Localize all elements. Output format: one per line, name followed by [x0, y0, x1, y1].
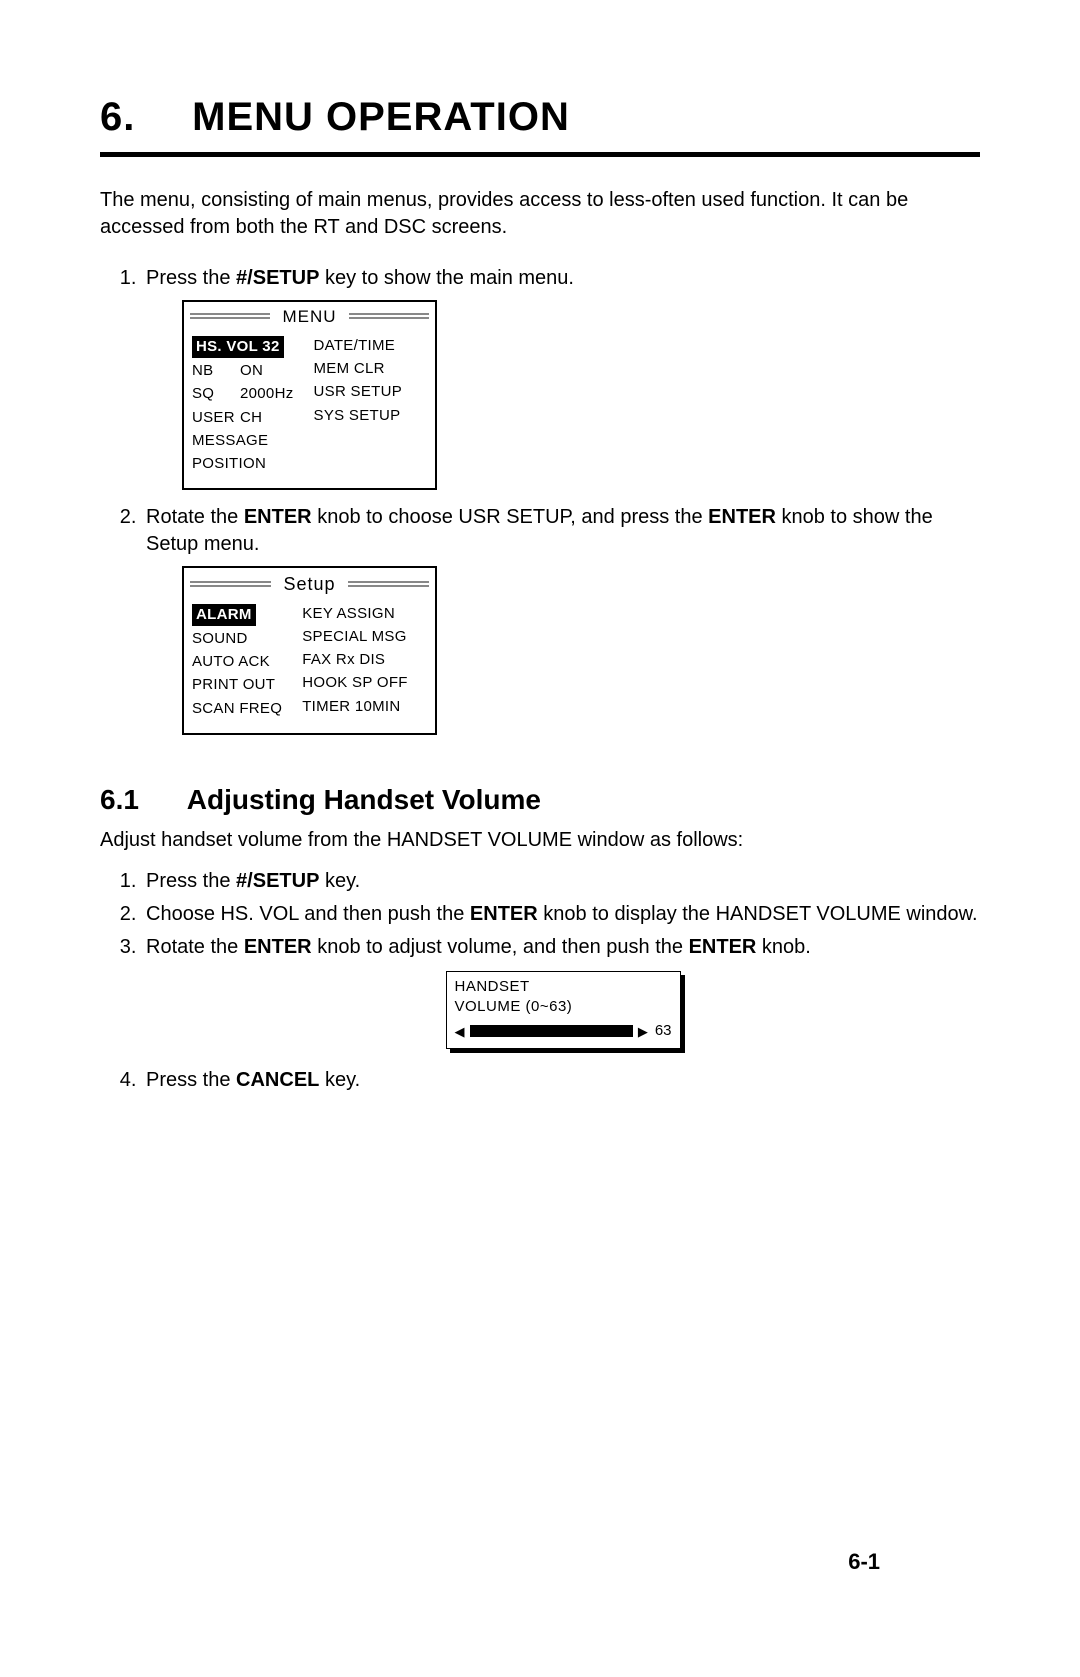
- setup-titlebar: Setup: [184, 568, 435, 599]
- menu-titlebar: MENU: [184, 302, 435, 332]
- menu-row-memclr: MEM CLR: [314, 359, 403, 379]
- setup-row-printout: PRINT OUT: [192, 675, 282, 695]
- arrow-left-icon: ◀: [455, 1023, 465, 1041]
- intro-paragraph: The menu, consisting of main menus, prov…: [100, 187, 980, 241]
- volume-bar: [470, 1025, 633, 1037]
- setup-row-faxrxdis: FAX Rx DIS: [302, 650, 408, 670]
- volume-value: 63: [653, 1021, 672, 1041]
- menu-row-usrsetup: USR SETUP: [314, 382, 403, 402]
- menu-row-sq: SQ2000Hz: [192, 384, 294, 404]
- setup-left-col: ALARM SOUND AUTO ACK PRINT OUT SCAN FREQ: [192, 604, 282, 719]
- menu-row-message: MESSAGE: [192, 431, 294, 451]
- chapter-name: MENU OPERATION: [192, 95, 570, 139]
- setup-row-sound: SOUND: [192, 629, 282, 649]
- section-title: Adjusting Handset Volume: [187, 784, 541, 815]
- main-steps-list: Press the #/SETUP key to show the main m…: [100, 265, 980, 735]
- setup-title: Setup: [279, 572, 339, 596]
- key-setup: #/SETUP: [236, 267, 319, 289]
- page-number: 6-1: [848, 1547, 880, 1577]
- main-step-1: Press the #/SETUP key to show the main m…: [142, 265, 980, 490]
- setup-screen: Setup ALARM SOUND AUTO ACK PRINT OUT SCA…: [182, 566, 437, 735]
- menu-row-datetime: DATE/TIME: [314, 336, 403, 356]
- menu-selected-item: HS. VOL 32: [192, 336, 284, 358]
- setup-row-timer: TIMER 10MIN: [302, 697, 408, 717]
- titlebar-stripe-right: [348, 581, 429, 589]
- menu-title: MENU: [278, 306, 340, 329]
- setup-row-specialmsg: SPECIAL MSG: [302, 627, 408, 647]
- setup-row-scanfreq: SCAN FREQ: [192, 699, 282, 719]
- key-enter: ENTER: [689, 936, 757, 958]
- menu-left-col: HS. VOL 32 NBON SQ2000Hz USERCH MESSAGE …: [192, 336, 294, 475]
- handset-volume-window: HANDSET VOLUME (0~63) ◀ ▶ 63: [446, 971, 681, 1049]
- menu-row-nb: NBON: [192, 361, 294, 381]
- section-heading: 6.1 Adjusting Handset Volume: [100, 781, 980, 819]
- hv-step-2: Choose HS. VOL and then push the ENTER k…: [142, 901, 980, 928]
- chapter-number: 6.: [100, 90, 180, 144]
- hv-step-4: Press the CANCEL key.: [142, 1067, 980, 1094]
- hv-line2: VOLUME (0~63): [455, 997, 672, 1017]
- hv-line1: HANDSET: [455, 977, 672, 997]
- volume-slider: ◀ ▶ 63: [455, 1021, 672, 1041]
- key-setup: #/SETUP: [236, 870, 319, 892]
- section-number: 6.1: [100, 781, 180, 819]
- hv-step-3: Rotate the ENTER knob to adjust volume, …: [142, 934, 980, 1049]
- setup-right-col: KEY ASSIGN SPECIAL MSG FAX Rx DIS HOOK S…: [302, 604, 408, 719]
- menu-row-syssetup: SYS SETUP: [314, 406, 403, 426]
- key-enter: ENTER: [244, 936, 312, 958]
- titlebar-stripe-right: [349, 313, 429, 321]
- key-enter: ENTER: [244, 506, 312, 528]
- main-step-2: Rotate the ENTER knob to choose USR SETU…: [142, 504, 980, 735]
- menu-row-user: USERCH: [192, 408, 294, 428]
- menu-right-col: DATE/TIME MEM CLR USR SETUP SYS SETUP: [314, 336, 403, 475]
- setup-row-autoack: AUTO ACK: [192, 652, 282, 672]
- key-cancel: CANCEL: [236, 1069, 319, 1091]
- titlebar-stripe-left: [190, 581, 271, 589]
- arrow-right-icon: ▶: [638, 1023, 648, 1041]
- setup-row-hookspoff: HOOK SP OFF: [302, 673, 408, 693]
- section-intro: Adjust handset volume from the HANDSET V…: [100, 827, 980, 854]
- chapter-title: 6. MENU OPERATION: [100, 90, 980, 144]
- hv-steps-list: Press the #/SETUP key. Choose HS. VOL an…: [100, 868, 980, 1094]
- setup-selected-item: ALARM: [192, 604, 256, 626]
- key-enter: ENTER: [708, 506, 776, 528]
- titlebar-stripe-left: [190, 313, 270, 321]
- hv-step-1: Press the #/SETUP key.: [142, 868, 980, 895]
- title-rule: [100, 152, 980, 157]
- menu-row-position: POSITION: [192, 454, 294, 474]
- menu-screen: MENU HS. VOL 32 NBON SQ2000Hz USERCH MES…: [182, 300, 437, 490]
- key-enter: ENTER: [470, 903, 538, 925]
- setup-row-keyassign: KEY ASSIGN: [302, 604, 408, 624]
